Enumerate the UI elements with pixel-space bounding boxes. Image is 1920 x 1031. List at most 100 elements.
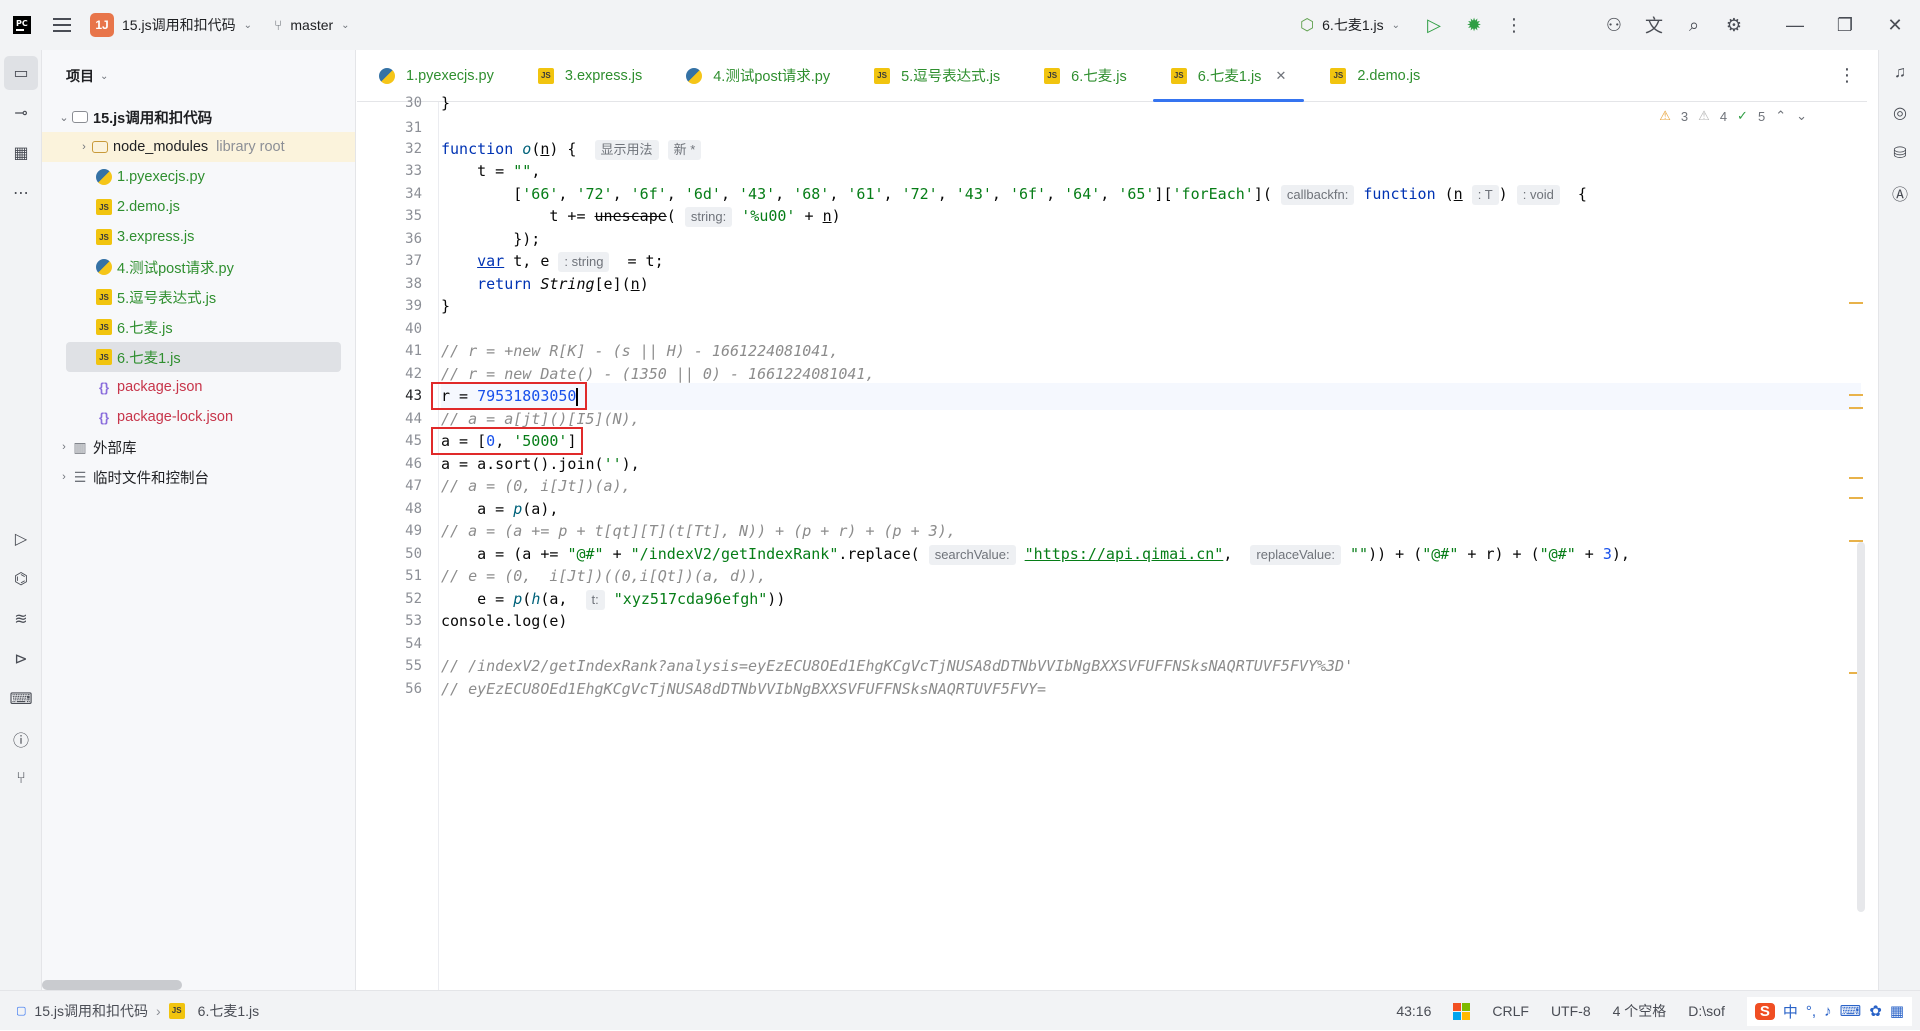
- tab-pyexecjs[interactable]: py 1.pyexecjs.py: [357, 50, 516, 102]
- caret-position[interactable]: 43:16: [1396, 1003, 1431, 1019]
- tab-post-request[interactable]: py 4.测试post请求.py: [664, 50, 852, 102]
- tab-label: 6.七麦.js: [1071, 69, 1127, 85]
- tree-item-file[interactable]: {} package-lock.json: [42, 402, 355, 432]
- chevron-up-icon[interactable]: ⌃: [1775, 108, 1786, 124]
- run-tool-icon[interactable]: ▷: [4, 522, 38, 556]
- file-path[interactable]: D:\sof: [1688, 1003, 1725, 1019]
- terminal-icon[interactable]: ⌨: [4, 682, 38, 716]
- structure-icon[interactable]: ▦: [4, 136, 38, 170]
- collapsed-arrow-icon[interactable]: ›: [56, 441, 72, 453]
- services-icon[interactable]: ⊳: [4, 642, 38, 676]
- sogou-ime-icon[interactable]: S: [1754, 1002, 1775, 1020]
- microphone-icon[interactable]: ♪: [1824, 1003, 1832, 1020]
- usages-hint[interactable]: 显示用法: [594, 140, 659, 160]
- vertical-scrollbar[interactable]: [1857, 542, 1865, 912]
- tree-item-file[interactable]: py 4.测试post请求.py: [42, 252, 355, 282]
- status-bar-widgets: 43:16 CRLF UTF-8 4 个空格 D:\sof S 中 °, ♪ ⌨…: [1396, 991, 1920, 1031]
- ai-assistant-icon[interactable]: ◎: [1883, 96, 1917, 130]
- tree-item-file[interactable]: JS 6.七麦.js: [42, 312, 355, 342]
- database-icon[interactable]: ⛁: [1883, 136, 1917, 170]
- line-number: 55: [405, 658, 422, 674]
- layers-icon[interactable]: ≋: [4, 602, 38, 636]
- line-number: 39: [405, 298, 422, 314]
- expanded-arrow-icon[interactable]: ⌄: [56, 111, 72, 124]
- warning-count: 3: [1680, 108, 1689, 124]
- collapsed-arrow-icon[interactable]: ›: [56, 471, 72, 483]
- inspection-widget[interactable]: ⚠ 3 ⚠ 4 ✓ 5 ⌃ ⌄: [1659, 102, 1807, 130]
- run-icon[interactable]: ▷: [1414, 5, 1454, 45]
- scratches-icon: ☰: [73, 468, 87, 485]
- run-config-selector[interactable]: ⬡ 6.七麦1.js ⌄: [1300, 15, 1400, 35]
- translate-icon[interactable]: 文: [1634, 5, 1674, 45]
- settings-gear-icon[interactable]: ⚙: [1714, 5, 1754, 45]
- project-switcher[interactable]: 1J 15.js调用和扣代码 ⌄: [90, 13, 252, 37]
- reader-mode-icon[interactable]: Ⓐ: [1883, 176, 1917, 210]
- tree-item-external-libraries[interactable]: › ▥ 外部库: [42, 432, 355, 462]
- restore-icon[interactable]: ❐: [1820, 5, 1870, 45]
- more-horizontal-icon[interactable]: ⋯: [4, 176, 38, 210]
- tab-demo[interactable]: JS 2.demo.js: [1308, 50, 1442, 102]
- main-menu-icon[interactable]: [42, 5, 82, 45]
- tab-label: 1.pyexecjs.py: [406, 67, 494, 84]
- skin-icon[interactable]: ✿: [1869, 1002, 1882, 1020]
- add-user-icon[interactable]: ⚇: [1594, 5, 1634, 45]
- code-editor[interactable]: 30 31 32 33 34 35 36 37 38 39 40 41 42 4…: [357, 94, 1867, 990]
- tree-item-file[interactable]: JS 5.逗号表达式.js: [42, 282, 355, 312]
- json-file-icon: {}: [98, 409, 110, 425]
- line-number: 54: [405, 636, 422, 652]
- tab-qimai1-active[interactable]: JS 6.七麦1.js ✕: [1149, 50, 1309, 102]
- debug-icon[interactable]: ✹: [1454, 5, 1494, 45]
- punctuation-icon[interactable]: °,: [1806, 1003, 1816, 1020]
- tree-item-file-selected[interactable]: JS 6.七麦1.js: [66, 342, 341, 372]
- toolbox-icon[interactable]: ▦: [1890, 1002, 1904, 1020]
- commit-icon[interactable]: ⊸: [4, 96, 38, 130]
- close-window-icon[interactable]: ✕: [1870, 5, 1920, 45]
- close-tab-icon[interactable]: ✕: [1275, 68, 1286, 84]
- branch-name: master: [290, 17, 334, 33]
- problems-icon[interactable]: ⓘ: [4, 722, 38, 756]
- tree-item-node-modules[interactable]: › node_modules library root: [42, 132, 355, 162]
- tab-express[interactable]: JS 3.express.js: [516, 50, 664, 102]
- minimize-icon[interactable]: —: [1770, 5, 1820, 45]
- tree-root[interactable]: ⌄ 15.js调用和扣代码: [42, 102, 355, 132]
- tab-options-icon[interactable]: ⋮: [1827, 56, 1867, 96]
- indent-setting[interactable]: 4 个空格: [1613, 1001, 1667, 1021]
- tree-item-file[interactable]: JS 2.demo.js: [42, 192, 355, 222]
- search-icon[interactable]: ⌕: [1674, 5, 1714, 45]
- project-panel-header[interactable]: 项目 ⌄: [42, 50, 355, 102]
- tree-item-file[interactable]: py 1.pyexecjs.py: [42, 162, 355, 192]
- python-console-icon[interactable]: ⌬: [4, 562, 38, 596]
- app-logo-icon[interactable]: PC: [2, 5, 42, 45]
- tab-qimai[interactable]: JS 6.七麦.js: [1022, 50, 1149, 102]
- breadcrumb: ▢ 15.js调用和扣代码 › JS 6.七麦1.js: [0, 1001, 259, 1021]
- project-folder-icon[interactable]: ▭: [4, 56, 38, 90]
- chevron-right-icon: ›: [155, 1002, 161, 1019]
- ime-toolbar[interactable]: S 中 °, ♪ ⌨ ✿ ▦: [1746, 996, 1912, 1026]
- horizontal-scrollbar[interactable]: [42, 980, 182, 990]
- run-config-name: 6.七麦1.js: [1322, 17, 1384, 33]
- line-ending[interactable]: CRLF: [1492, 1003, 1529, 1019]
- tree-item-file[interactable]: JS 3.express.js: [42, 222, 355, 252]
- code-area[interactable]: } function o(n) { 显示用法 新 * t = "", ['66'…: [431, 94, 1861, 990]
- module-icon: ▢: [16, 1005, 27, 1017]
- keyboard-icon[interactable]: ⌨: [1840, 1002, 1862, 1020]
- param-hint: callbackfn:: [1280, 185, 1355, 205]
- branch-switcher[interactable]: ⑂ master ⌄: [274, 17, 350, 33]
- notifications-bell-icon[interactable]: ♫: [1883, 56, 1917, 90]
- breadcrumb-project[interactable]: 15.js调用和扣代码: [34, 1001, 148, 1021]
- tab-comma-expression[interactable]: JS 5.逗号表达式.js: [852, 50, 1022, 102]
- code-line: console.log(e): [441, 612, 568, 630]
- collapsed-arrow-icon[interactable]: ›: [76, 141, 92, 153]
- git-icon[interactable]: ⑂: [4, 762, 38, 796]
- more-vertical-icon[interactable]: ⋮: [1494, 5, 1534, 45]
- chevron-down-icon[interactable]: ⌄: [1796, 108, 1807, 124]
- tree-item-scratches[interactable]: › ☰ 临时文件和控制台: [42, 462, 355, 492]
- ime-language[interactable]: 中: [1783, 1001, 1798, 1022]
- tree-item-file[interactable]: {} package.json: [42, 372, 355, 402]
- line-number: 45: [405, 433, 422, 449]
- tree-item-label: 1.pyexecjs.py: [117, 169, 205, 185]
- scroll-marker: [1849, 497, 1863, 499]
- file-encoding[interactable]: UTF-8: [1551, 1003, 1591, 1019]
- breadcrumb-file[interactable]: 6.七麦1.js: [198, 1001, 259, 1021]
- line-number: 49: [405, 523, 422, 539]
